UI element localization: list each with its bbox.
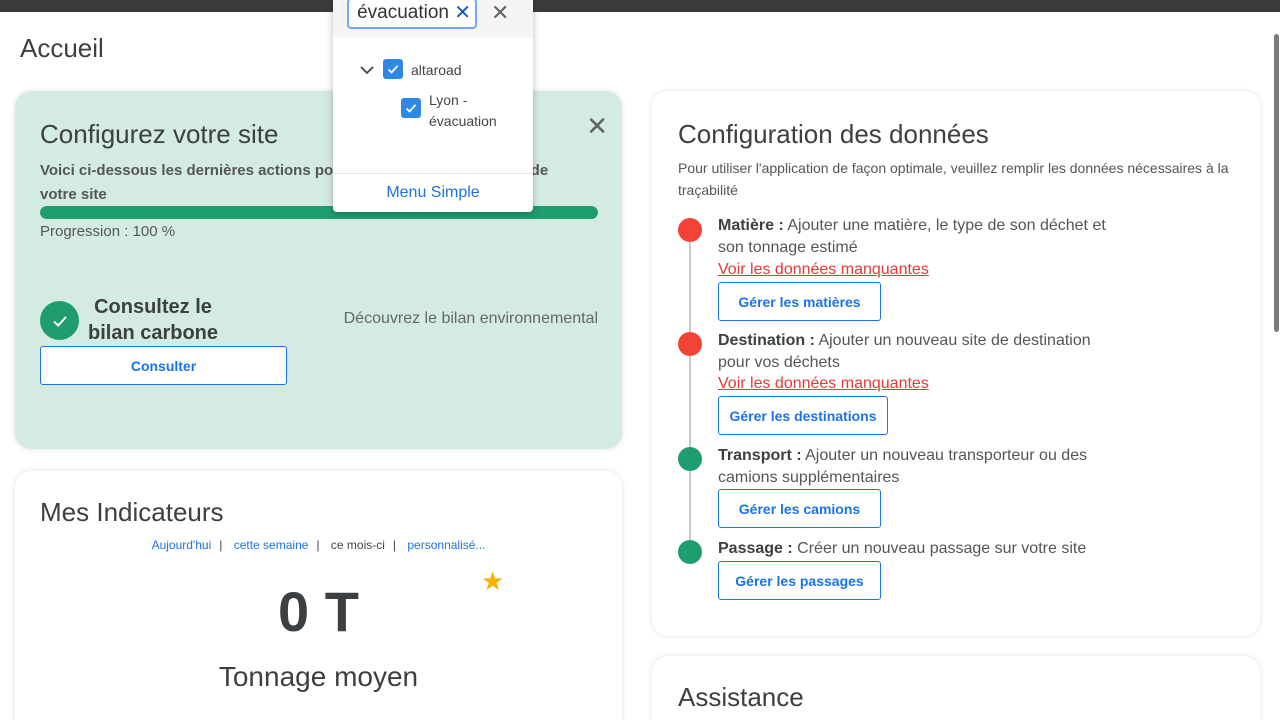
bilan-description: Découvrez le bilan environnemental [343, 310, 598, 327]
checkbox-lyon-evacuation[interactable] [401, 98, 421, 118]
status-dot-destination [678, 332, 702, 356]
manage-camions-button[interactable]: Gérer les camions [718, 489, 881, 528]
missing-data-link-destination[interactable]: Voir les données manquantes [718, 375, 929, 393]
step-passage-description: Créer un nouveau passage sur votre site [792, 540, 1087, 557]
step-transport-text: Transport : Ajouter un nouveau transport… [718, 445, 1113, 489]
filter-today[interactable]: Aujourd'hui [152, 538, 212, 552]
manage-destinations-button[interactable]: Gérer les destinations [718, 396, 888, 435]
check-icon [40, 301, 79, 340]
separator: | [392, 538, 397, 552]
scrollbar-thumb[interactable] [1274, 34, 1279, 332]
status-dot-matiere [678, 218, 702, 242]
data-config-title: Configuration des données [678, 119, 989, 149]
assistance-card: Assistance [652, 656, 1260, 720]
site-search-value[interactable]: évacuation [357, 2, 449, 24]
status-dot-passage [678, 540, 702, 564]
missing-data-link-matiere[interactable]: Voir les données manquantes [718, 261, 929, 279]
consult-button[interactable]: Consulter [40, 346, 287, 385]
simple-menu-link[interactable]: Menu Simple [333, 184, 533, 202]
close-icon[interactable]: ✕ [491, 1, 509, 25]
tonnage-value: 0 T [278, 580, 359, 643]
site-search-input[interactable]: évacuation ✕ [347, 0, 477, 29]
separator: | [219, 538, 223, 552]
tonnage-label: Tonnage moyen [218, 661, 419, 692]
indicators-title: Mes Indicateurs [40, 497, 224, 527]
manage-passages-button[interactable]: Gérer les passages [718, 561, 881, 600]
filter-week[interactable]: cette semaine [234, 538, 309, 552]
separator: | [316, 538, 320, 552]
step-matiere-text: Matière : Ajouter une matière, le type d… [718, 215, 1113, 259]
filter-custom[interactable]: personnalisé... [407, 538, 485, 552]
progress-label: Progression : 100 % [40, 223, 176, 240]
divider [333, 173, 533, 174]
assistance-title: Assistance [678, 682, 804, 712]
clear-search-icon[interactable]: ✕ [454, 2, 471, 24]
bilan-title: Consultez le bilan carbone [87, 296, 219, 344]
configure-title: Configurez votre site [40, 119, 279, 149]
timeline-line [689, 231, 691, 551]
indicators-card: Mes Indicateurs Aujourd'hui | cette semai… [15, 471, 622, 720]
step-passage-name: Passage : [718, 540, 793, 557]
filter-month[interactable]: ce mois-ci [331, 538, 385, 552]
tree-item-altaroad[interactable]: altaroad [411, 62, 462, 78]
status-dot-transport [678, 447, 702, 471]
checkbox-altaroad[interactable] [383, 59, 403, 79]
data-config-description: Pour utiliser l'application de façon opt… [678, 160, 1229, 198]
step-passage-text: Passage : Créer un nouveau passage sur v… [718, 538, 1113, 560]
step-destination-name: Destination : [718, 332, 815, 349]
close-icon[interactable]: ✕ [586, 113, 608, 139]
step-destination-text: Destination : Ajouter un nouveau site de… [718, 330, 1113, 374]
page-title: Accueil [20, 33, 104, 63]
site-picker-dropdown: évacuation ✕ ✕ altaroad Lyon - évacuatio… [333, 0, 533, 212]
step-transport-name: Transport : [718, 447, 802, 464]
tree-item-lyon-evacuation[interactable]: Lyon - évacuation [429, 90, 519, 132]
period-filters: Aujourd'hui | cette semaine | ce mois-ci | … [15, 538, 622, 552]
step-matiere-name: Matière : [718, 217, 784, 234]
chevron-down-icon[interactable] [359, 62, 375, 83]
top-bar [0, 0, 1280, 12]
manage-matieres-button[interactable]: Gérer les matières [718, 282, 881, 321]
data-configuration-card: Configuration des données Pour utiliser … [652, 91, 1260, 636]
